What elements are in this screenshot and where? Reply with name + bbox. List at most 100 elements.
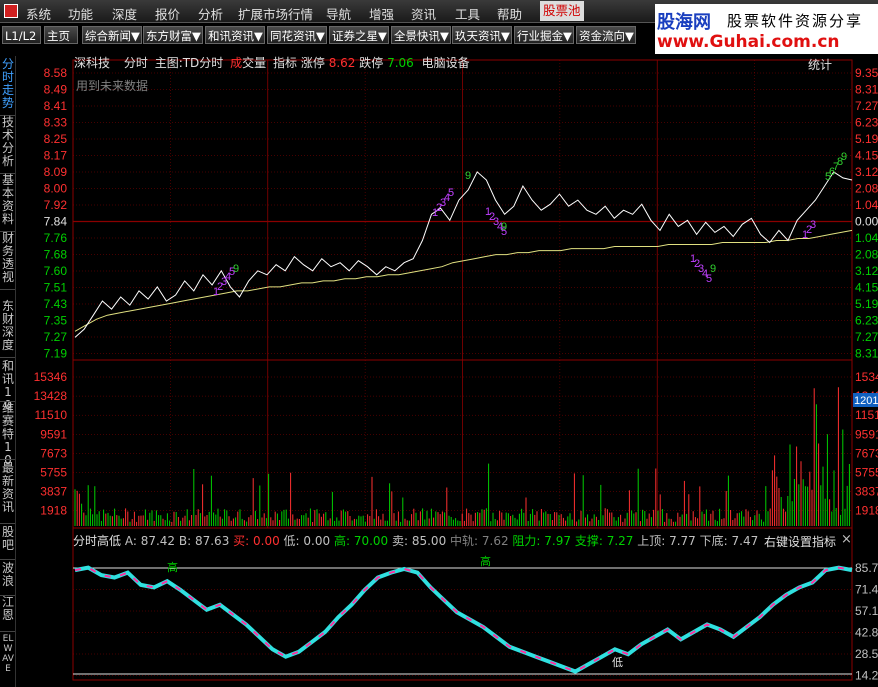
marker-high: 高 [167,560,178,574]
price-tick-right: 5.19% [855,297,878,311]
nav-6[interactable]: 维赛特10 [1,402,15,467]
nav-1[interactable]: 技术分析 [1,116,15,172]
price-tick-right: 9.35% [855,66,878,80]
price-tick-right: 2.08% [855,182,878,196]
ind-value-9: 7.77 [665,534,696,548]
volume-tick-left: 5755 [40,466,67,480]
volume-tick-left: 3837 [40,485,67,499]
tab-news-4[interactable]: 证券之星▼ [329,26,389,44]
chart-header: 深科技 分时 主图:TD分时 成交量 指标 涨停 8.62 跌停 7.06 电脑… [74,54,470,70]
stock-name: 深科技 [74,56,111,70]
price-tick-right: 2.08% [855,248,878,262]
ind-value-8: 7.27 [602,534,634,548]
volume-prefix[interactable]: 成 [230,56,242,70]
price-tick-right: 6.23% [855,314,878,328]
future-data-note: 用到未来数据 [76,79,149,93]
nav-4[interactable]: 东财深度 [1,300,15,356]
close-icon[interactable]: × [841,532,852,547]
nav-0[interactable]: 分时走势 [1,58,15,114]
ind-label-8: 支撑: [571,534,603,548]
price-tick-left: 8.17 [44,149,68,163]
logo-url: www.Guhai.com.cn [657,32,840,52]
volume-current-badge: 12011 [854,395,878,407]
menu-item-10[interactable]: 帮助 [497,4,522,23]
stats-button[interactable]: 统计 [808,56,832,73]
tab-home[interactable]: 主页 [44,26,78,44]
logo-slogan: 股票软件资源分享 [727,12,864,30]
price-tick-left: 8.49 [44,83,68,97]
price-tick-left: 7.27 [44,330,68,344]
nav-3[interactable]: 财务透视 [1,232,15,288]
indicator-tick: 57.1 [855,604,878,618]
right-click-settings[interactable]: 右键设置指标 [764,533,836,550]
menu-item-0[interactable]: 系统 [26,4,51,23]
td-signal-number: 9 [501,221,507,233]
menu-item-5[interactable]: 扩展市场行情 [238,4,313,23]
tab-news-6[interactable]: 玖天资讯▼ [452,26,512,44]
volume-tick-right: 11510 [855,408,878,422]
indicator-name[interactable]: 分时高低 [73,534,121,548]
chart-area[interactable]: 8.58 9.35% 8.49 8.31% 8.41 7.27% 8.33 6.23% 8.25… [17,50,878,687]
price-tick-left: 8.09 [44,165,68,179]
nav-5[interactable]: 和讯10 [1,360,15,412]
menu-item-9[interactable]: 工具 [455,4,480,23]
marker-low: 低 [612,656,623,669]
ind-label-0: A: [124,534,137,548]
nav-11[interactable]: ELWAVE [1,634,15,674]
logo-brand: 股海网 [657,12,711,33]
ind-value-10: 7.47 [727,534,759,548]
tab-news-2[interactable]: 和讯资讯▼ [205,26,265,44]
main-chart-label[interactable]: 主图:TD分时 [155,56,224,70]
price-tick-right: 6.23% [855,116,878,130]
ind-label-9: 上顶: [633,534,666,548]
oscillator-band [74,565,853,674]
nav-9[interactable]: 波浪 [1,562,15,594]
td-signal-number: 9 [841,151,847,163]
menu-item-4[interactable]: 分析 [198,4,223,23]
indicator-tick: 14.2 [855,669,878,683]
nav-7[interactable]: 最新资讯 [1,462,15,522]
sector-name[interactable]: 电脑设备 [422,56,470,70]
tab-news-8[interactable]: 资金流向▼ [576,26,636,44]
menu-item-7[interactable]: 增强 [369,4,394,23]
price-tick-right: 8.31% [855,347,878,361]
price-tick-left: 8.00 [44,182,68,196]
nav-10[interactable]: 江恩 [1,596,15,630]
tab-news-0[interactable]: 综合新闻▼ [82,26,142,44]
menu-item-2[interactable]: 深度 [112,4,137,23]
price-tick-right: 1.04% [855,198,878,212]
average-price-line [74,229,853,332]
menu-item-6[interactable]: 导航 [326,4,351,23]
tab-news-7[interactable]: 行业掘金▼ [514,26,574,44]
tab-news-3[interactable]: 同花资讯▼ [267,26,327,44]
price-tick-left: 7.35 [44,314,68,328]
limit-down-value: 7.06 [387,56,414,70]
volume-tick-left: 15346 [34,370,68,384]
nav-8[interactable]: 股吧 [1,526,15,558]
tab-level[interactable]: L1/L2 [2,26,41,44]
price-tick-left: 8.41 [44,99,68,113]
menu-item-8[interactable]: 资讯 [411,4,436,23]
ind-label-3: 低: [279,534,300,548]
app-icon[interactable] [4,4,18,18]
chart-mode: 分时 [123,56,148,70]
info-tab-bar: L1/L2 主页 综合新闻▼ 东方财富▼ 和讯资讯▼ 同花资讯▼ 证券之星▼ 全景快讯▼ 玖天资… [0,24,655,46]
price-tick-right: 7.27% [855,99,878,113]
intraday-chart[interactable]: 8.58 9.35% 8.49 8.31% 8.41 7.27% 8.33 6.23% 8.25… [17,50,878,687]
menu-item-1[interactable]: 功能 [68,4,93,23]
indicator-label[interactable]: 指标 [273,56,297,70]
tab-news-1[interactable]: 东方财富▼ [143,26,203,44]
price-tick-right: 5.19% [855,132,878,146]
price-tick-right: 4.15% [855,281,878,295]
volume-suffix[interactable]: 交量 [242,56,266,70]
menu-item-3[interactable]: 报价 [155,4,180,23]
volume-tick-left: 11510 [35,408,68,422]
volume-tick-right: 15346 [855,370,878,384]
menu-item-11[interactable]: 股票池 [540,1,584,21]
limit-down-label: 跌停 [359,56,384,70]
tab-news-5[interactable]: 全景快讯▼ [391,26,451,44]
price-tick-right: 3.12% [855,264,878,278]
ind-value-2: 0.00 [249,534,280,548]
nav-2[interactable]: 基本资料 [1,174,15,230]
price-tick-right: 3.12% [855,165,878,179]
